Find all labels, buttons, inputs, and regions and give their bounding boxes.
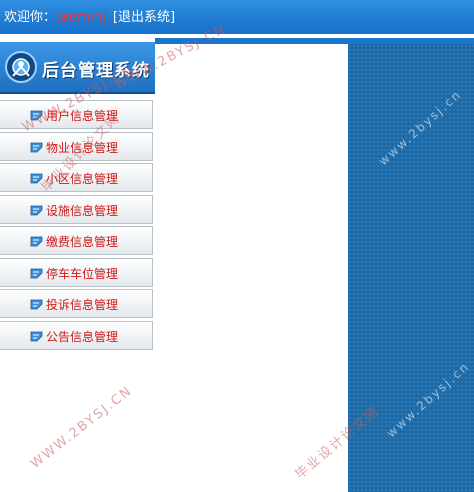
sidebar-item-announcement-info[interactable]: 公告信息管理 (0, 320, 153, 350)
welcome-prefix: 欢迎你： (4, 10, 57, 25)
sidebar-item-facility-info[interactable]: 设施信息管理 (0, 194, 153, 224)
sidebar-menu: 用户信息管理 物业信息管理 小区信息管理 设施信息管理 缴费信息管理 停车车位管… (0, 100, 155, 352)
main-content-area (155, 44, 348, 492)
top-header-bar: 欢迎你：[admin] [退出系统] (0, 0, 474, 34)
arrow-icon (30, 268, 43, 278)
sidebar-item-label: 公告信息管理 (46, 329, 119, 344)
welcome-text: 欢迎你：[admin] [退出系统] (4, 6, 175, 25)
arrow-icon (30, 331, 43, 341)
sidebar-item-payment-info[interactable]: 缴费信息管理 (0, 226, 153, 255)
arrow-icon (30, 110, 43, 121)
current-username: [admin] (56, 10, 107, 25)
sidebar-item-user-info[interactable]: 用户信息管理 (0, 100, 153, 129)
sidebar-item-label: 小区信息管理 (46, 172, 119, 186)
arrow-icon (30, 236, 43, 247)
sidebar-title: 后台管理系统 (42, 61, 150, 81)
sidebar-item-label: 投诉信息管理 (46, 298, 119, 312)
app-window: 欢迎你：[admin] [退出系统] 后台管理系统 用户信息管理 物业信息管理 (0, 0, 474, 492)
sidebar: 后台管理系统 用户信息管理 物业信息管理 小区信息管理 设施信息管理 缴费信息管… (0, 42, 155, 492)
arrow-icon (30, 205, 43, 215)
arrow-icon (30, 142, 43, 152)
sidebar-item-label: 用户信息管理 (46, 109, 119, 123)
sidebar-item-label: 停车车位管理 (46, 266, 119, 281)
logout-link[interactable]: [退出系统] (113, 10, 175, 25)
sidebar-item-parking[interactable]: 停车车位管理 (0, 257, 153, 287)
sidebar-item-label: 设施信息管理 (46, 203, 119, 218)
sidebar-item-complaint-info[interactable]: 投诉信息管理 (0, 289, 153, 318)
sidebar-item-community-info[interactable]: 小区信息管理 (0, 163, 153, 192)
right-decorative-panel (348, 44, 474, 492)
admin-logo-icon (5, 51, 37, 83)
sidebar-header: 后台管理系统 (0, 42, 155, 94)
arrow-icon (30, 299, 43, 310)
sidebar-item-property-info[interactable]: 物业信息管理 (0, 131, 153, 161)
sidebar-item-label: 物业信息管理 (46, 140, 119, 155)
sidebar-item-label: 缴费信息管理 (46, 235, 119, 249)
arrow-icon (30, 173, 43, 184)
